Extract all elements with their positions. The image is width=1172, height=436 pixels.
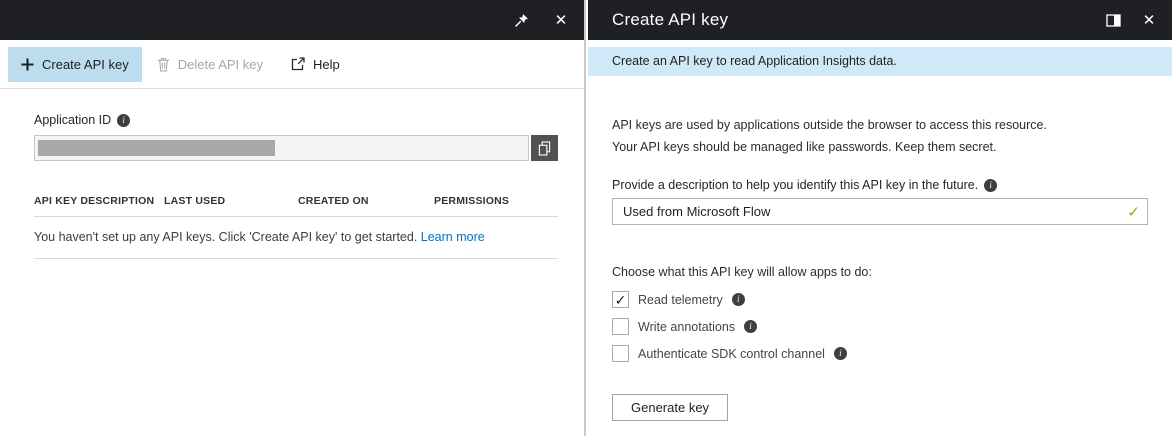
close-blade-icon[interactable]: ✕	[552, 11, 570, 29]
blade-title: Create API key	[612, 10, 1086, 30]
maximize-icon[interactable]	[1104, 11, 1122, 29]
valid-check-icon: ✓	[1127, 203, 1140, 221]
create-api-key-label: Create API key	[42, 57, 129, 72]
col-header-description: API KEY DESCRIPTION	[34, 195, 164, 207]
table-header-row: API KEY DESCRIPTION LAST USED CREATED ON…	[34, 195, 558, 217]
col-header-last-used: LAST USED	[164, 195, 298, 207]
delete-api-key-command[interactable]: Delete API key	[144, 47, 276, 82]
left-blade-content: Application ID API KEY DESCRIPTION LAST …	[0, 113, 584, 259]
info-banner: Create an API key to read Application In…	[588, 47, 1172, 76]
info-icon[interactable]	[834, 347, 847, 360]
checkbox-label-authenticate-sdk-control-channel: Authenticate SDK control channel	[638, 347, 825, 361]
info-icon[interactable]	[984, 179, 997, 192]
permission-list: ✓ Read telemetry Write annotations Authenti…	[612, 291, 1148, 362]
help-command[interactable]: Help	[278, 47, 353, 82]
external-link-icon	[291, 57, 305, 71]
plus-icon	[21, 58, 34, 71]
empty-state-text: You haven't set up any API keys. Click '…	[34, 230, 421, 244]
trash-icon	[157, 57, 170, 72]
close-blade-icon[interactable]: ✕	[1140, 11, 1158, 29]
info-icon[interactable]	[117, 114, 130, 127]
checkbox-read-telemetry[interactable]: ✓	[612, 291, 629, 308]
copy-button[interactable]	[531, 135, 558, 161]
empty-state-row: You haven't set up any API keys. Click '…	[34, 217, 558, 259]
permission-row-write-annotations: Write annotations	[612, 318, 1148, 335]
right-blade-header: Create API key ✕	[588, 0, 1172, 40]
command-bar: Create API key Delete API key Help	[0, 40, 584, 89]
api-keys-table: API KEY DESCRIPTION LAST USED CREATED ON…	[34, 195, 558, 259]
learn-more-link[interactable]: Learn more	[421, 230, 485, 244]
pin-icon[interactable]	[512, 11, 530, 29]
checkbox-authenticate-sdk-control-channel[interactable]	[612, 345, 629, 362]
col-header-permissions: PERMISSIONS	[434, 195, 558, 207]
intro-line-2: Your API keys should be managed like pas…	[612, 140, 1148, 154]
right-blade-content: API keys are used by applications outsid…	[588, 118, 1172, 421]
intro-text: API keys are used by applications outsid…	[612, 118, 1148, 154]
info-icon[interactable]	[732, 293, 745, 306]
left-blade-header: ✕	[0, 0, 584, 40]
description-label-row: Provide a description to help you identi…	[612, 178, 1148, 192]
application-id-field[interactable]	[34, 135, 529, 161]
permissions-label: Choose what this API key will allow apps…	[612, 265, 1148, 279]
info-icon[interactable]	[744, 320, 757, 333]
checkbox-write-annotations[interactable]	[612, 318, 629, 335]
redacted-value	[38, 140, 275, 156]
description-input-wrap: ✓	[612, 198, 1148, 225]
checkbox-label-read-telemetry: Read telemetry	[638, 293, 723, 307]
create-api-key-command[interactable]: Create API key	[8, 47, 142, 82]
delete-api-key-label: Delete API key	[178, 57, 263, 72]
create-api-key-blade: Create API key ✕ Create an API key to re…	[588, 0, 1172, 436]
description-label: Provide a description to help you identi…	[612, 178, 978, 192]
application-id-label: Application ID	[34, 113, 111, 127]
help-label: Help	[313, 57, 340, 72]
checkbox-label-write-annotations: Write annotations	[638, 320, 735, 334]
generate-key-button[interactable]: Generate key	[612, 394, 728, 421]
api-keys-blade: ✕ Create API key Delete API key	[0, 0, 586, 436]
permission-row-authenticate-sdk-control-channel: Authenticate SDK control channel	[612, 345, 1148, 362]
col-header-created-on: CREATED ON	[298, 195, 434, 207]
application-id-row	[34, 135, 558, 161]
application-id-label-row: Application ID	[34, 113, 558, 127]
intro-line-1: API keys are used by applications outsid…	[612, 118, 1148, 132]
permission-row-read-telemetry: ✓ Read telemetry	[612, 291, 1148, 308]
description-input[interactable]	[612, 198, 1148, 225]
